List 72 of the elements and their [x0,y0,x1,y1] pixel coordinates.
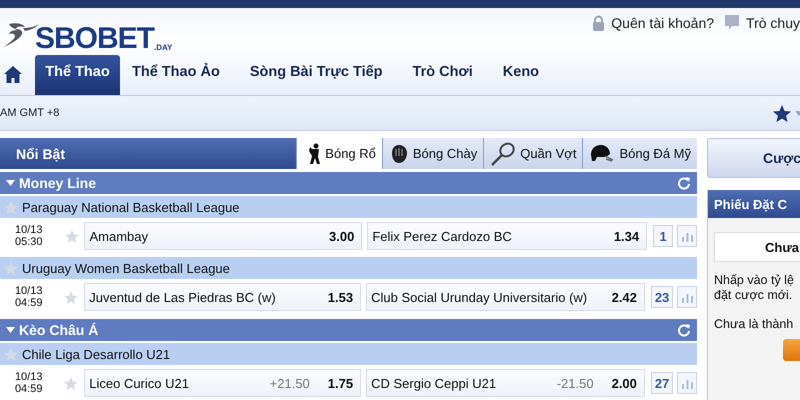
more-bets-button[interactable]: 23 [650,286,674,308]
team-name: Liceo Curico U21 [89,376,190,390]
star-icon[interactable] [4,348,18,360]
market-title: Kèo Châu Á [19,322,98,338]
hint-text: đặt cược mới. [714,288,794,303]
chat-bubble-icon [724,14,740,31]
league-name: Paraguay National Basketball League [22,200,240,214]
sport-tab[interactable]: Quần Vợt [483,138,582,169]
logo-wordmark: SBOBET [35,24,154,54]
team-name: Club Social Urunday Universitario (w) [371,290,588,304]
top-link[interactable]: Trò chuy [724,14,800,31]
star-icon[interactable] [4,200,18,214]
star-icon[interactable] [4,262,18,274]
odds-cell[interactable]: Juventud de Las Piedras BC (w) 1.53 [84,283,362,311]
caret-icon[interactable] [6,327,15,333]
nav-tab[interactable]: Keno [488,55,556,95]
team-name: Amambay [89,228,150,244]
hint-text: Nhấp vào tỷ lệ [714,273,795,288]
highlights-title: Nổi Bật [15,146,65,162]
odds-cell[interactable]: CD Sergio Ceppi U21 -21.50 2.00 [366,369,645,397]
team-name: Juventud de Las Piedras BC (w) [89,290,277,304]
team-name: Felix Perez Cardozo BC [372,228,513,244]
tennis-racket-icon [490,142,516,166]
star-icon[interactable] [64,290,78,304]
league-name: Chile Liga Desarrollo U21 [22,346,170,362]
team-name: CD Sergio Ceppi U21 [371,376,498,390]
stats-button[interactable] [677,286,697,308]
odds-cell[interactable]: Liceo Curico U21 +21.50 1.75 [84,369,362,397]
odds-value: 1.53 [328,290,354,304]
home-icon[interactable] [4,66,22,83]
stats-button[interactable] [677,372,697,394]
bar-chart-icon [682,378,693,388]
odds-value: 1.75 [328,376,354,390]
timezone-text: AM GMT +8 [0,107,60,119]
star-icon[interactable] [773,104,791,122]
odds-value: 2.42 [612,290,637,304]
basketball-player-icon [307,142,322,164]
football-helmet-icon [589,144,616,164]
top-link[interactable]: Quên tài khoản? [592,14,714,31]
nav-tab[interactable]: Sòng Bài Trực Tiếp [236,55,399,95]
lock-icon [592,14,606,30]
bar-chart-icon [682,230,693,242]
refresh-icon[interactable] [677,176,691,190]
bet-slip-title: Phiếu Đặt C [708,190,800,218]
odds-value: 2.00 [612,376,637,390]
nav-tab[interactable]: Thể Thao Ảo [120,55,236,95]
refresh-icon[interactable] [677,323,691,337]
handicap-value: -21.50 [556,376,594,390]
sport-tab[interactable]: Bóng Chày [382,138,484,169]
more-bets-button[interactable]: 27 [650,372,674,394]
odds-cell[interactable]: Amambay 3.00 [84,222,362,250]
league-name: Uruguay Women Basketball League [22,260,230,276]
bet-slip-box: Chưa [714,232,800,262]
odds-value: 3.00 [329,228,354,244]
odds-cell[interactable]: Club Social Urunday Universitario (w) 2.42 [366,283,645,311]
nav-tab[interactable]: Thể Thao [35,55,120,95]
member-text: Chưa là thành [714,317,794,331]
nav-tab[interactable]: Trò Chơi [398,55,489,95]
register-button[interactable] [783,339,800,361]
bar-chart-icon [682,292,693,302]
more-bets-button[interactable]: 1 [653,225,674,247]
logo-suffix: .DAY [154,43,172,52]
odds-value: 1.34 [614,228,640,244]
sport-tab[interactable]: Bóng Rổ [296,138,382,169]
market-title: Money Line [19,175,96,191]
odds-cell[interactable]: Felix Perez Cardozo BC 1.34 [367,222,648,250]
handicap-value: +21.50 [270,376,310,390]
stats-button[interactable] [677,225,697,247]
star-icon[interactable] [64,230,78,242]
caret-icon[interactable] [6,180,15,186]
star-icon[interactable] [64,376,78,390]
sport-tab[interactable]: Bóng Đá Mỹ [582,138,697,169]
